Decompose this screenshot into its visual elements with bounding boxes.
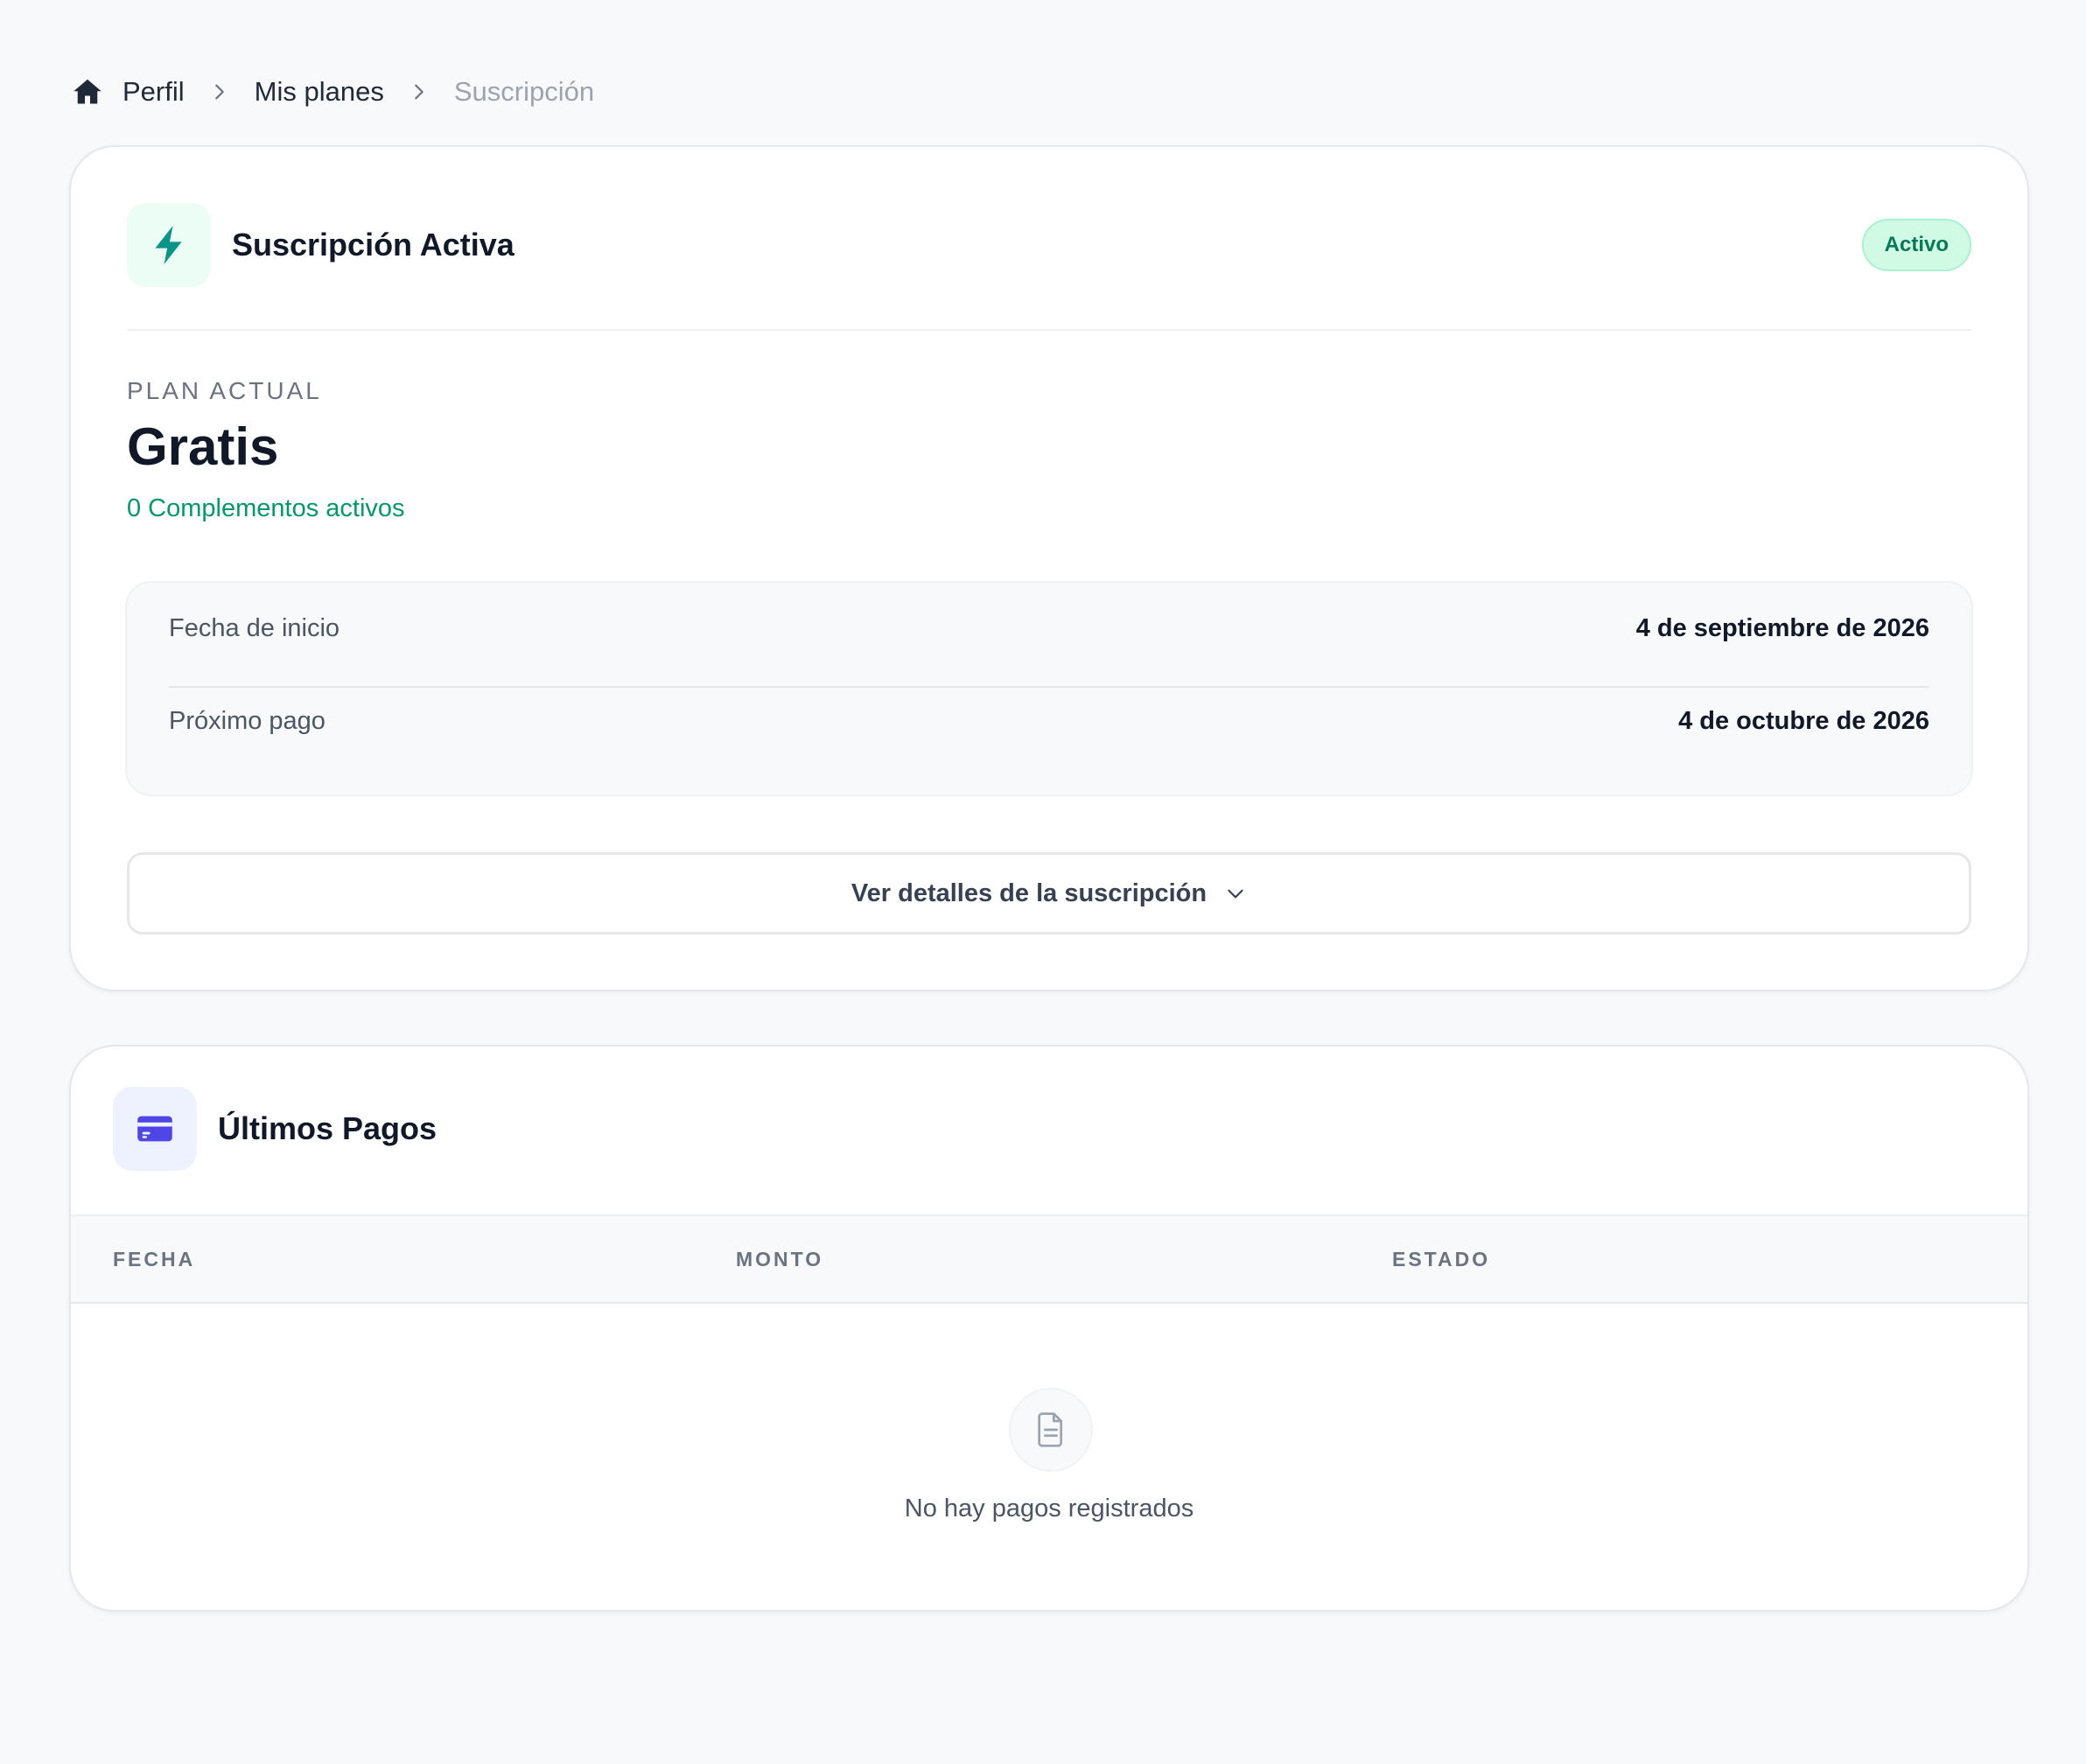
divider (127, 329, 1971, 331)
next-payment-value: 4 de octubre de 2026 (1678, 706, 1929, 735)
status-badge: Activo (1861, 219, 1971, 271)
breadcrumb-item-mis-planes[interactable]: Mis planes (255, 76, 384, 108)
start-date-value: 4 de septiembre de 2026 (1635, 613, 1929, 642)
lightning-bolt-icon (127, 203, 211, 287)
dates-panel: Fecha de inicio 4 de septiembre de 2026 … (125, 581, 1973, 796)
subscription-title: Suscripción Activa (232, 227, 514, 262)
view-details-label: Ver detalles de la suscripción (850, 878, 1208, 907)
payments-table-header: FECHA MONTO ESTADO (71, 1214, 2027, 1304)
home-icon[interactable] (72, 76, 103, 108)
breadcrumb: Perfil Mis planes Suscripción (72, 70, 594, 114)
payments-title: Últimos Pagos (218, 1110, 438, 1146)
chevron-right-icon (384, 82, 454, 102)
next-payment-label: Próximo pago (169, 706, 326, 735)
plan-name: Gratis (127, 417, 279, 476)
view-details-button[interactable]: Ver detalles de la suscripción (127, 852, 1971, 934)
chevron-right-icon (185, 82, 255, 102)
breadcrumb-item-perfil[interactable]: Perfil (122, 76, 185, 108)
start-date-row: Fecha de inicio 4 de septiembre de 2026 (169, 583, 1929, 674)
column-header-estado: ESTADO (1392, 1248, 1491, 1270)
plan-label: PLAN ACTUAL (127, 377, 322, 404)
column-header-monto: MONTO (736, 1248, 824, 1270)
chevron-down-icon (1224, 882, 1247, 905)
subscription-card: Suscripción Activa Activo PLAN ACTUAL Gr… (69, 145, 2029, 991)
payments-card: Últimos Pagos FECHA MONTO ESTADO No hay … (69, 1045, 2029, 1612)
column-header-fecha: FECHA (113, 1248, 196, 1270)
next-payment-row: Próximo pago 4 de octubre de 2026 (169, 676, 1929, 766)
credit-card-icon (113, 1087, 197, 1171)
payments-header: Últimos Pagos (113, 1087, 437, 1171)
empty-state-text: No hay pagos registrados (904, 1494, 1194, 1522)
subscription-header: Suscripción Activa Activo (127, 203, 1971, 287)
start-date-label: Fecha de inicio (169, 613, 340, 642)
document-icon (1009, 1388, 1093, 1472)
addons-link[interactable]: 0 Complementos activos (127, 494, 405, 523)
breadcrumb-current: Suscripción (453, 76, 595, 107)
